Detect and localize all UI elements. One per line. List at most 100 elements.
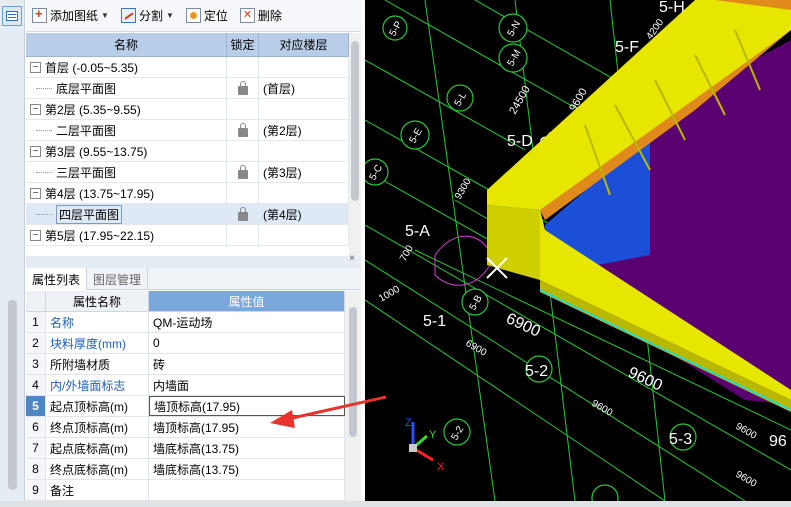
dimension-text: 9600 [734, 469, 759, 490]
tree-drawing-row[interactable]: 二层平面图 (第2层) [26, 120, 349, 141]
tree-cell-floor: (第3层) [259, 162, 349, 182]
property-value[interactable]: QM-运动场 [149, 312, 345, 332]
property-row[interactable]: 2 块料厚度(mm) 0 [26, 333, 345, 354]
drawing-manager-icon[interactable] [2, 6, 22, 26]
chevron-down-icon[interactable]: ▼ [101, 11, 109, 20]
lock-icon[interactable] [237, 164, 248, 179]
tree-row-label: 三层平面图 [56, 165, 117, 180]
tree-drawing-row[interactable]: 底层平面图 (首层) [26, 78, 349, 99]
property-row[interactable]: 4 内/外墙面标志 内墙面 [26, 375, 345, 396]
property-index: 2 [26, 333, 46, 353]
axes-gizmo: Z Y X [405, 417, 445, 473]
lock-icon[interactable] [237, 80, 248, 95]
property-value[interactable]: 墙底标高(13.75) [149, 438, 345, 458]
cad-viewport[interactable]: 5-H 5-F 5-D 5-A 5-1 5-2 5-3 96 5-P 5-N 5… [365, 0, 791, 501]
property-row[interactable]: 6 终点顶标高(m) 墙顶标高(17.95) [26, 417, 345, 438]
property-row[interactable]: 5 起点顶标高(m) 墙顶标高(17.95) [26, 396, 345, 417]
tree-header: 名称 锁定 对应楼层 [26, 33, 349, 57]
property-index: 1 [26, 312, 46, 332]
collapse-icon[interactable]: − [30, 61, 41, 73]
properties-tabs: 属性列表 图层管理 [26, 268, 361, 290]
close-icon[interactable]: × [349, 253, 355, 264]
left-scrollbar[interactable] [8, 300, 17, 490]
dimension-text: 1000 [377, 284, 402, 305]
property-row[interactable]: 7 起点底标高(m) 墙底标高(13.75) [26, 438, 345, 459]
tree-drawing-row[interactable]: 三层平面图 (第3层) [26, 162, 349, 183]
property-value[interactable]: 0 [149, 333, 345, 353]
tree-cell-lock [227, 99, 259, 119]
tree-scrollbar[interactable] [349, 33, 361, 256]
tree-row-label: 四层平面图 [56, 204, 123, 224]
tree-cell-floor: (第4层) [259, 204, 349, 224]
tree-cell-name: 二层平面图 [26, 120, 227, 140]
property-value[interactable]: 墙顶标高(17.95) [149, 417, 345, 437]
split-button[interactable]: 分割 ▼ [120, 7, 174, 24]
properties-header: 属性名称 属性值 [26, 291, 345, 312]
dimension-text: 9600 [625, 364, 665, 394]
property-value[interactable]: 内墙面 [149, 375, 345, 395]
tree-cell-name: − 第5层 (17.95~22.15) [26, 225, 227, 245]
property-row[interactable]: 1 名称 QM-运动场 [26, 312, 345, 333]
tree-cell-floor [259, 225, 349, 245]
axis-label: 5-A [405, 223, 430, 240]
lock-icon[interactable] [237, 122, 248, 137]
collapse-icon[interactable]: − [30, 187, 41, 199]
property-value[interactable]: 墙底标高(13.75) [149, 459, 345, 479]
property-value[interactable]: 砖 [149, 354, 345, 374]
tree-cell-lock [227, 57, 259, 77]
property-name: 内/外墙面标志 [46, 375, 149, 395]
property-name: 所附墙材质 [46, 354, 149, 374]
lock-icon[interactable] [237, 206, 248, 221]
header-property-name: 属性名称 [46, 291, 149, 312]
header-name[interactable]: 名称 [26, 33, 227, 56]
left-side-strip [0, 0, 25, 507]
chevron-down-icon[interactable]: ▼ [166, 11, 174, 20]
tab-layers[interactable]: 图层管理 [87, 268, 149, 290]
tree-cell-floor: (首层) [259, 78, 349, 98]
tree-cell-name: 三层平面图 [26, 162, 227, 182]
axis-x-label: X [437, 461, 445, 473]
tree-drawing-row[interactable]: 四层平面图 (第4层) [26, 204, 349, 225]
properties-table: 属性名称 属性值 1 名称 QM-运动场 2 块料厚度(mm) 0 3 所附墙材质砖 4 内/外墙… [26, 291, 345, 503]
header-property-value: 属性值 [149, 291, 345, 312]
tree-cell-lock[interactable] [227, 120, 259, 140]
tab-properties[interactable]: 属性列表 [26, 268, 88, 290]
add-drawing-button[interactable]: 添加图纸 ▼ [32, 6, 109, 24]
property-index: 4 [26, 375, 46, 395]
tree-row-label: 首层 (-0.05~5.35) [45, 60, 139, 75]
property-row[interactable]: 8 终点底标高(m) 墙底标高(13.75) [26, 459, 345, 480]
collapse-icon[interactable]: − [30, 103, 41, 115]
tree-cell-lock [227, 141, 259, 161]
delete-button[interactable]: 删除 [239, 7, 282, 24]
tree-cell-lock[interactable] [227, 78, 259, 98]
property-row[interactable]: 9 备注 [26, 480, 345, 501]
tree-group-row[interactable]: − 第2层 (5.35~9.55) [26, 99, 349, 120]
property-row[interactable]: 3 所附墙材质砖 [26, 354, 345, 375]
tree-group-row[interactable]: − 第5层 (17.95~22.15) [26, 225, 349, 246]
property-value[interactable]: 墙顶标高(17.95) [149, 396, 345, 416]
property-index: 7 [26, 438, 46, 458]
add-drawing-label: 添加图纸 [50, 9, 99, 23]
collapse-icon[interactable]: − [30, 145, 41, 157]
tree-row-label: 第2层 (5.35~9.55) [45, 102, 141, 117]
tree-group-row[interactable]: − 首层 (-0.05~5.35) [26, 57, 349, 78]
locate-button[interactable]: 定位 [185, 7, 228, 24]
tree-group-row[interactable]: − 第3层 (9.55~13.75) [26, 141, 349, 162]
tree-cell-name: − 首层 (-0.05~5.35) [26, 57, 227, 77]
properties-scrollbar[interactable] [345, 291, 361, 503]
property-name: 名称 [46, 312, 149, 332]
tree-cell-floor: (第2层) [259, 120, 349, 140]
tree-group-row[interactable]: − 第4层 (13.75~17.95) [26, 183, 349, 204]
property-value[interactable] [149, 480, 345, 500]
dimension-text: 24500 [507, 84, 533, 116]
header-lock[interactable]: 锁定 [227, 33, 259, 56]
header-floor[interactable]: 对应楼层 [259, 33, 349, 56]
drawing-tree-table: 名称 锁定 对应楼层 − 首层 (-0.05~5.35) 底层平面图 (首层) − 第2层… [26, 33, 349, 256]
tree-cell-lock[interactable] [227, 162, 259, 182]
collapse-icon[interactable]: − [30, 229, 41, 241]
tree-cell-lock[interactable] [227, 204, 259, 224]
axis-label: 5-3 [669, 431, 692, 448]
tree-row-label: 底层平面图 [56, 81, 117, 96]
tree-cell-lock [227, 183, 259, 203]
axis-z-label: Z [405, 417, 412, 429]
